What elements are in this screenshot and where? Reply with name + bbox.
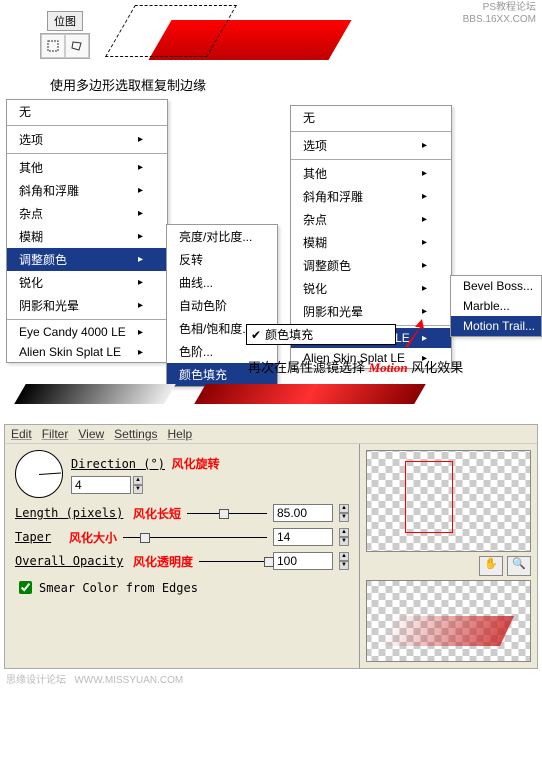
menu-item[interactable]: 斜角和浮雕 — [7, 179, 167, 202]
menu-item[interactable]: Bevel Boss... — [451, 276, 541, 296]
menu-item[interactable]: Eye Candy 4000 LE — [7, 322, 167, 342]
submenu-eyecandy[interactable]: Bevel Boss...Marble...Motion Trail... — [450, 275, 542, 337]
strip-black-gradient — [14, 384, 176, 404]
smear-row: Smear Color from Edges — [15, 578, 349, 597]
menu-item[interactable]: 调整颜色 — [7, 248, 167, 271]
opacity-note: 风化透明度 — [133, 553, 193, 570]
hand-tool-icon[interactable]: ✋ — [479, 556, 503, 576]
spin-down[interactable]: ▼ — [133, 485, 143, 494]
taper-note: 风化大小 — [69, 529, 117, 546]
length-label: Length (pixels) — [15, 506, 127, 520]
length-input[interactable] — [273, 504, 333, 522]
red-shape-preview — [120, 10, 340, 60]
menu-item[interactable]: 调整颜色 — [291, 254, 451, 277]
menu-item[interactable]: 锐化 — [291, 277, 451, 300]
menu-item[interactable]: 锐化 — [7, 271, 167, 294]
menu-item[interactable]: 模糊 — [7, 225, 167, 248]
menubar-item[interactable]: Settings — [114, 427, 157, 441]
menu-item[interactable]: 自动色阶 — [167, 294, 277, 317]
dialog-menubar[interactable]: Edit Filter View Settings Help — [5, 425, 537, 444]
taper-label: Taper — [15, 530, 63, 544]
red-arrow-icon — [400, 319, 430, 349]
motion-trail-effect — [380, 616, 514, 646]
menu-item[interactable]: 杂点 — [291, 208, 451, 231]
caption-2: 再次在属性滤镜选择 Motion 风化效果 — [248, 357, 463, 376]
direction-control: Direction (°) 风化旋转 ▲▼ — [15, 450, 349, 498]
opacity-row: Overall Opacity 风化透明度 ▲▼ — [15, 552, 349, 570]
menu-item[interactable]: 反转 — [167, 248, 277, 271]
direction-note: 风化旋转 — [172, 457, 220, 471]
motion-trail-dialog: Edit Filter View Settings Help Direction (°)… — [4, 424, 538, 669]
menu-item[interactable]: 选项 — [291, 134, 451, 157]
menubar-item[interactable]: Help — [168, 427, 193, 441]
menu-item[interactable]: 杂点 — [7, 202, 167, 225]
direction-label: Direction (°) — [71, 457, 165, 471]
caption-1: 使用多边形选取框复制边缘 — [0, 70, 542, 99]
length-row: Length (pixels) 风化长短 .slider-track::afte… — [15, 504, 349, 522]
dropdown-label: 颜色填充 — [265, 326, 313, 343]
menu-item[interactable]: 斜角和浮雕 — [291, 185, 451, 208]
spin-up[interactable]: ▲ — [133, 476, 143, 485]
menu-item[interactable]: 曲线... — [167, 271, 277, 294]
check-icon: ✔ — [251, 328, 261, 342]
footer-watermark: 思缘设计论坛 WWW.MISSYUAN.COM — [0, 669, 542, 688]
watermark-line2: BBS.16XX.COM — [463, 14, 536, 26]
menu-item[interactable]: 无 — [7, 100, 167, 123]
watermark-line1: PS教程论坛 — [463, 2, 536, 14]
direction-input[interactable] — [71, 476, 131, 494]
smear-checkbox[interactable] — [19, 581, 32, 594]
taper-input[interactable] — [273, 528, 333, 546]
smear-label: Smear Color from Edges — [39, 581, 198, 595]
direction-dial[interactable] — [15, 450, 63, 498]
menu-item[interactable]: 模糊 — [291, 231, 451, 254]
cascading-menus: 无选项其他斜角和浮雕杂点模糊调整颜色锐化阴影和光晕Eye Candy 4000 … — [0, 99, 542, 374]
length-note: 风化长短 — [133, 505, 181, 522]
preview-after — [366, 580, 531, 662]
menu-item[interactable]: 无 — [291, 106, 451, 129]
taper-slider[interactable] — [123, 537, 267, 538]
strip-red-gradient — [194, 384, 426, 404]
menu-item[interactable]: Marble... — [451, 296, 541, 316]
top-illustration: 位图 — [0, 0, 542, 70]
menu-item[interactable]: 其他 — [7, 156, 167, 179]
dropdown-color-fill[interactable]: ✔ 颜色填充 — [246, 324, 396, 345]
taper-row: Taper 风化大小 ▲▼ — [15, 528, 349, 546]
menu-item[interactable]: 阴影和光晕 — [7, 294, 167, 317]
menu-item[interactable]: 选项 — [7, 128, 167, 151]
preview-before — [366, 450, 531, 552]
menubar-item[interactable]: Edit — [11, 427, 32, 441]
opacity-input[interactable] — [273, 552, 333, 570]
length-slider[interactable]: .slider-track::after{left:var(--pos,50%)… — [187, 513, 267, 514]
menubar-item[interactable]: View — [78, 427, 104, 441]
zoom-tool-icon[interactable]: 🔍 — [507, 556, 531, 576]
lasso-tool-icon[interactable] — [65, 34, 89, 58]
preview-selection-rect — [405, 461, 453, 533]
marquee-tool-icon[interactable] — [41, 34, 65, 58]
menubar-item[interactable]: Filter — [42, 427, 69, 441]
toolbox-label: 位图 — [47, 11, 83, 31]
context-menu-1[interactable]: 无选项其他斜角和浮雕杂点模糊调整颜色锐化阴影和光晕 Eye Candy 4000 … — [6, 99, 168, 363]
opacity-slider[interactable] — [199, 561, 267, 562]
menu-item[interactable]: 其他 — [291, 162, 451, 185]
toolbox: 位图 — [40, 11, 90, 59]
menu-item[interactable]: Motion Trail... — [451, 316, 541, 336]
opacity-label: Overall Opacity — [15, 554, 127, 568]
menu-item[interactable]: Alien Skin Splat LE — [7, 342, 167, 362]
menu-item[interactable]: 亮度/对比度... — [167, 225, 277, 248]
